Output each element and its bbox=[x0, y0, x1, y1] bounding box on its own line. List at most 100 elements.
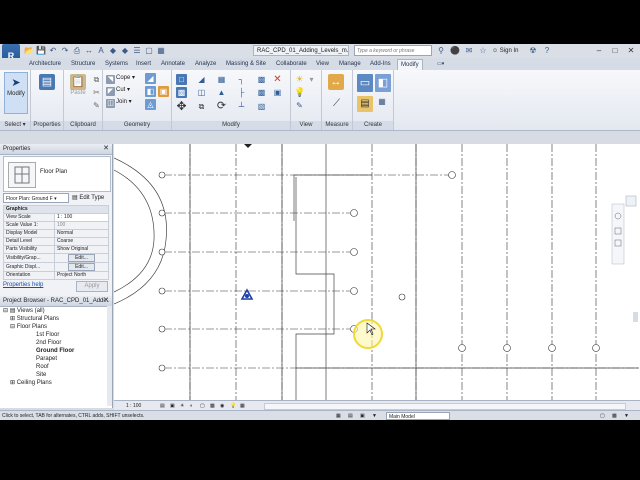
thin-lines-icon[interactable]: ☰ bbox=[132, 46, 142, 56]
hide-element-icon[interactable]: 💡 bbox=[294, 87, 305, 98]
scrollbar[interactable] bbox=[107, 306, 112, 406]
active-model-select[interactable]: Main Model bbox=[386, 412, 450, 420]
property-value[interactable]: Normal bbox=[54, 229, 109, 238]
collapse-icon[interactable]: ⊟ bbox=[10, 324, 15, 330]
tab-insert[interactable]: Insert bbox=[133, 59, 154, 70]
exchange-icon[interactable]: ☢ bbox=[528, 46, 538, 56]
split-gap-icon[interactable]: ▧ bbox=[256, 101, 267, 112]
property-value[interactable]: Show Original bbox=[54, 245, 109, 254]
linework-icon[interactable]: ✎ bbox=[294, 100, 305, 111]
panel-select-label[interactable]: Select ▾ bbox=[0, 121, 30, 130]
tab-collaborate[interactable]: Collaborate bbox=[273, 59, 310, 70]
edit-type-button[interactable]: ▤ Edit Type bbox=[72, 193, 104, 203]
tree-item-roof[interactable]: Roof bbox=[36, 363, 49, 371]
scale-icon[interactable]: ▲ bbox=[216, 87, 227, 98]
drawing-canvas[interactable] bbox=[114, 144, 640, 400]
section-icon[interactable]: ◆ bbox=[120, 46, 130, 56]
expand-icon[interactable]: ⊞ bbox=[10, 316, 15, 322]
lock-icon[interactable]: ▣ bbox=[272, 87, 283, 98]
tab-systems[interactable]: Systems bbox=[102, 59, 131, 70]
ribbon-minimize-icon[interactable]: ▭▾ bbox=[434, 59, 447, 70]
tab-view[interactable]: View bbox=[313, 59, 332, 70]
collapse-icon[interactable]: ⊟ bbox=[3, 308, 8, 314]
tab-architecture[interactable]: Architecture bbox=[26, 59, 64, 70]
tree-item-1st-floor[interactable]: 1st Floor bbox=[36, 331, 59, 339]
open-icon[interactable]: 📂 bbox=[24, 46, 34, 56]
create-group-icon[interactable]: ▤ bbox=[357, 96, 373, 112]
expand-icon[interactable]: ⊞ bbox=[10, 380, 15, 386]
move-icon[interactable]: ✥ bbox=[176, 100, 187, 112]
undo-icon[interactable]: ↶ bbox=[48, 46, 58, 56]
close-button[interactable]: ✕ bbox=[624, 44, 638, 57]
delete-icon[interactable]: ✕ bbox=[272, 74, 283, 85]
tab-analyze[interactable]: Analyze bbox=[192, 59, 219, 70]
copy-element-icon[interactable]: ◫ bbox=[196, 87, 207, 98]
cope-button[interactable]: ◥ Cope ▾ bbox=[106, 73, 135, 84]
match-type-icon[interactable]: ✎ bbox=[91, 100, 102, 111]
align-icon[interactable]: □ bbox=[176, 74, 187, 85]
filter-icon[interactable]: ▼ bbox=[372, 411, 377, 420]
select-links-icon[interactable]: ▢ bbox=[600, 411, 605, 420]
maximize-button[interactable]: □ bbox=[608, 44, 622, 57]
filter-selection-icon[interactable]: ▼ bbox=[624, 411, 629, 420]
tree-item-views[interactable]: ⊟ ▤ Views (all) bbox=[3, 307, 45, 315]
save-icon[interactable]: 💾 bbox=[36, 46, 46, 56]
pin-icon[interactable]: ▩ bbox=[256, 74, 267, 85]
mirror-axis-icon[interactable]: ◢ bbox=[196, 74, 207, 85]
tree-item-ground-floor[interactable]: Ground Floor bbox=[36, 347, 74, 355]
paint-icon[interactable]: ▣ bbox=[158, 86, 169, 97]
close-icon[interactable]: ✕ bbox=[103, 144, 109, 154]
tree-item-site[interactable]: Site bbox=[36, 371, 46, 379]
apply-button[interactable]: Apply bbox=[76, 281, 108, 292]
paste-button[interactable]: 📋 Paste bbox=[67, 72, 89, 112]
sign-in-button[interactable]: ☺ Sign In bbox=[492, 46, 518, 56]
select-pinned-icon[interactable]: ▩ bbox=[612, 411, 617, 420]
property-value[interactable]: Project North bbox=[54, 271, 109, 280]
split-face-icon[interactable]: ◧ bbox=[145, 86, 156, 97]
cut-geometry-button[interactable]: ◤ Cut ▾ bbox=[106, 85, 130, 96]
3d-view-icon[interactable]: ◆ bbox=[108, 46, 118, 56]
horizontal-scrollbar[interactable] bbox=[264, 403, 626, 410]
join-button[interactable]: ◫ Join ▾ bbox=[106, 97, 132, 108]
search-input[interactable]: Type a keyword or phrase bbox=[354, 45, 432, 56]
tab-annotate[interactable]: Annotate bbox=[158, 59, 188, 70]
array-icon[interactable]: ▦ bbox=[216, 74, 227, 85]
override-graphics-icon[interactable]: ☀ bbox=[294, 74, 305, 85]
tree-item-ceiling-plans[interactable]: ⊞ Ceiling Plans bbox=[10, 379, 52, 387]
dimension-icon[interactable]: ⟋ bbox=[331, 98, 342, 109]
communication-icon[interactable]: ✉ bbox=[464, 46, 474, 56]
minimize-button[interactable]: – bbox=[592, 44, 606, 57]
create-parts-icon[interactable]: ◧ bbox=[375, 74, 391, 92]
close-hidden-icon[interactable]: ▢ bbox=[144, 46, 154, 56]
tab-structure[interactable]: Structure bbox=[68, 59, 98, 70]
modify-button[interactable]: ➤ Modify bbox=[4, 72, 28, 114]
tab-manage[interactable]: Manage bbox=[336, 59, 364, 70]
demolish-icon[interactable]: ◬ bbox=[145, 99, 156, 110]
close-icon[interactable]: ✕ bbox=[103, 296, 109, 306]
properties-help-link[interactable]: Properties help bbox=[3, 282, 43, 288]
unpin-icon[interactable]: ▩ bbox=[256, 87, 267, 98]
cut-icon[interactable]: ✂ bbox=[91, 87, 102, 98]
tree-item-parapet[interactable]: Parapet bbox=[36, 355, 57, 363]
create-assembly-icon[interactable]: ▭ bbox=[357, 74, 373, 92]
text-icon[interactable]: A bbox=[96, 46, 106, 56]
editable-only-icon[interactable]: ▤ bbox=[348, 411, 353, 420]
trim-icon[interactable]: ┐ bbox=[236, 74, 247, 85]
design-options-icon[interactable]: ▣ bbox=[360, 411, 365, 420]
view-scale-field[interactable]: 1 : 100 bbox=[54, 213, 109, 222]
tree-item-floor-plans[interactable]: ⊟ Floor Plans bbox=[10, 323, 47, 331]
help-icon[interactable]: ? bbox=[542, 46, 552, 56]
tab-add-ins[interactable]: Add-Ins bbox=[367, 59, 394, 70]
print-icon[interactable]: ⎙ bbox=[72, 46, 82, 56]
subscription-icon[interactable]: ⚫ bbox=[450, 46, 460, 56]
edit-button[interactable]: Edit... bbox=[68, 263, 95, 271]
instance-filter-select[interactable]: Floor Plan: Ground F ▾ bbox=[3, 193, 69, 203]
search-icon[interactable]: ⚲ bbox=[436, 46, 446, 56]
wall-joins-icon[interactable]: ◢ bbox=[145, 73, 156, 84]
tree-item-2nd-floor[interactable]: 2nd Floor bbox=[36, 339, 61, 347]
split-icon[interactable]: ├ bbox=[236, 87, 247, 98]
type-selector[interactable]: Floor Plan bbox=[3, 156, 111, 192]
measure-icon[interactable]: ↔ bbox=[84, 46, 94, 56]
switch-windows-icon[interactable]: ▦ bbox=[156, 46, 166, 56]
tab-massing-site[interactable]: Massing & Site bbox=[223, 59, 269, 70]
